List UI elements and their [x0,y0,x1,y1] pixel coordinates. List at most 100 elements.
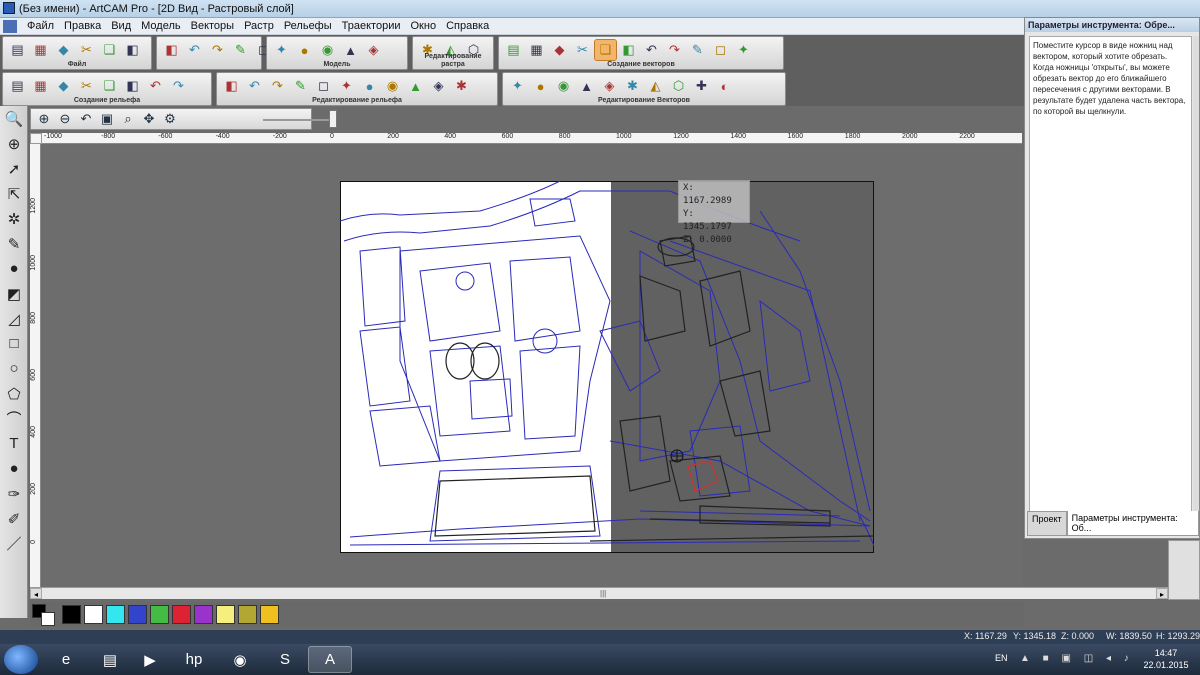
hp-icon[interactable]: hp [172,646,216,673]
color-swatch[interactable] [62,605,81,624]
knife-icon[interactable]: ◧ [618,40,639,60]
skype-icon[interactable]: S [263,646,307,673]
map-document[interactable] [340,181,874,553]
polygon-icon[interactable]: ⬠ [0,381,28,406]
ie-icon[interactable]: e [44,646,88,673]
arch-icon[interactable]: ✦ [336,76,357,96]
select-arrow-icon[interactable]: ➚ [0,156,28,181]
shape-icon[interactable]: ▤ [7,76,28,96]
color-icon[interactable]: ◈ [428,76,449,96]
smooth-icon[interactable]: ◻ [313,76,334,96]
pipette-icon[interactable]: ✑ [0,481,28,506]
paint-icon[interactable]: ● [0,256,28,281]
hat-icon[interactable]: ▲ [340,40,361,60]
panel-scrollbar[interactable] [1193,36,1199,518]
offset-icon[interactable]: ◭ [645,76,666,96]
scroll-right-arrow-icon[interactable]: ▸ [1156,588,1168,599]
bracket-icon[interactable]: ✂ [572,40,593,60]
tab-project[interactable]: Проект [1027,511,1067,536]
globe-icon[interactable]: ◈ [363,40,384,60]
start-button[interactable] [4,645,38,674]
menu-item[interactable]: Файл [22,20,59,33]
texture-icon[interactable]: ◧ [122,76,143,96]
secondary-color-swatch[interactable] [41,612,55,626]
open-folder-icon[interactable]: ▦ [30,40,51,60]
nesting-icon[interactable]: ✎ [687,40,708,60]
scatter-icon[interactable]: ✎ [290,76,311,96]
menu-item[interactable]: Векторы [186,20,239,33]
twist-icon[interactable]: ▦ [30,76,51,96]
brush-icon[interactable]: ✱ [451,76,472,96]
grid-icon[interactable]: ◻ [710,40,731,60]
color-swatch[interactable] [150,605,169,624]
undo-icon[interactable]: ◧ [161,40,182,60]
menu-item[interactable]: Модель [136,20,185,33]
drop-icon[interactable]: ● [0,456,28,481]
menu-item[interactable]: Вид [106,20,136,33]
curve-icon[interactable]: ◆ [549,40,570,60]
cut-icon[interactable]: ✂ [76,40,97,60]
layers-icon[interactable]: ✦ [733,40,754,60]
blend-icon[interactable]: ◉ [382,76,403,96]
mold-icon[interactable]: ↶ [145,76,166,96]
color-swatch[interactable] [128,605,147,624]
bowl-icon[interactable]: ● [530,76,551,96]
text-icon[interactable]: T [0,431,28,456]
node-edit-arrow-icon[interactable]: ⇱ [0,181,28,206]
paste-icon[interactable]: ◧ [122,40,143,60]
zoom-in-icon[interactable]: ⊕ [35,110,53,128]
arrow-down-icon[interactable]: ↷ [267,76,288,96]
rectangle-icon[interactable]: □ [0,331,28,356]
save-icon[interactable]: ◆ [53,40,74,60]
zoom-tool-icon[interactable]: 🔍 [0,106,28,131]
zoom-previous-icon[interactable]: ↶ [77,110,95,128]
document-menu-icon[interactable] [3,20,17,33]
panel-scroll-area[interactable] [1168,540,1200,600]
zoom-all-icon[interactable]: ✥ [140,110,158,128]
color-swatch[interactable] [216,605,235,624]
star-icon[interactable]: ◆ [53,76,74,96]
pencil-icon[interactable]: ↷ [207,40,228,60]
vector-icon[interactable]: ↷ [664,40,685,60]
gold-icon[interactable]: ↷ [168,76,189,96]
redo-icon[interactable]: ↶ [184,40,205,60]
drawing-canvas[interactable] [42,145,1022,587]
arrow-up-icon[interactable]: ↶ [244,76,265,96]
tab-tool-parameters[interactable]: Параметры инструмента: Об... [1066,511,1199,536]
brush-icon[interactable]: ✐ [0,506,28,531]
circle-icon[interactable]: ○ [0,356,28,381]
node-edit-icon[interactable]: ▦ [526,40,547,60]
language-indicator[interactable]: EN [995,653,1008,663]
bear-icon[interactable]: ● [294,40,315,60]
menu-item[interactable]: Рельефы [279,20,337,33]
eraser-icon[interactable]: ✎ [230,40,251,60]
artcam-app-icon[interactable] [3,2,15,14]
mirror-icon[interactable]: ◉ [553,76,574,96]
clock[interactable]: 14:47 22.01.2015 [1138,647,1194,671]
wave-icon[interactable]: ▲ [576,76,597,96]
model-icon[interactable]: ✦ [271,40,292,60]
color-swatch[interactable] [106,605,125,624]
combine-icon[interactable]: ✱ [622,76,643,96]
zoom-out-icon[interactable]: ⊖ [56,110,74,128]
view-settings-icon[interactable]: ⚙ [161,110,179,128]
color-swatch[interactable] [238,605,257,624]
fill-icon[interactable]: ↶ [641,40,662,60]
zoom-fit-icon[interactable]: ▣ [98,110,116,128]
chrome-icon[interactable]: ◉ [218,646,262,673]
flat-icon[interactable]: ◧ [221,76,242,96]
node-icon[interactable]: ▤ [503,40,524,60]
fill-icon[interactable]: ◩ [0,281,28,306]
join-icon[interactable]: ⬡ [668,76,689,96]
zoom-slider-thumb[interactable] [329,110,337,128]
menu-item[interactable]: Растр [239,20,279,33]
crosshair-icon[interactable]: ⊕ [0,131,28,156]
system-tray[interactable]: ▲ ■ ▣ ◫ ◂ ♪ [1020,653,1134,664]
column-icon[interactable]: ● [359,76,380,96]
stylus-icon[interactable]: ／ [0,531,28,556]
pen-icon[interactable]: ✎ [0,231,28,256]
color-swatch[interactable] [172,605,191,624]
menu-item[interactable]: Траектории [337,20,406,33]
artcam-icon[interactable]: A [308,646,352,673]
copy-icon[interactable]: ❏ [99,40,120,60]
